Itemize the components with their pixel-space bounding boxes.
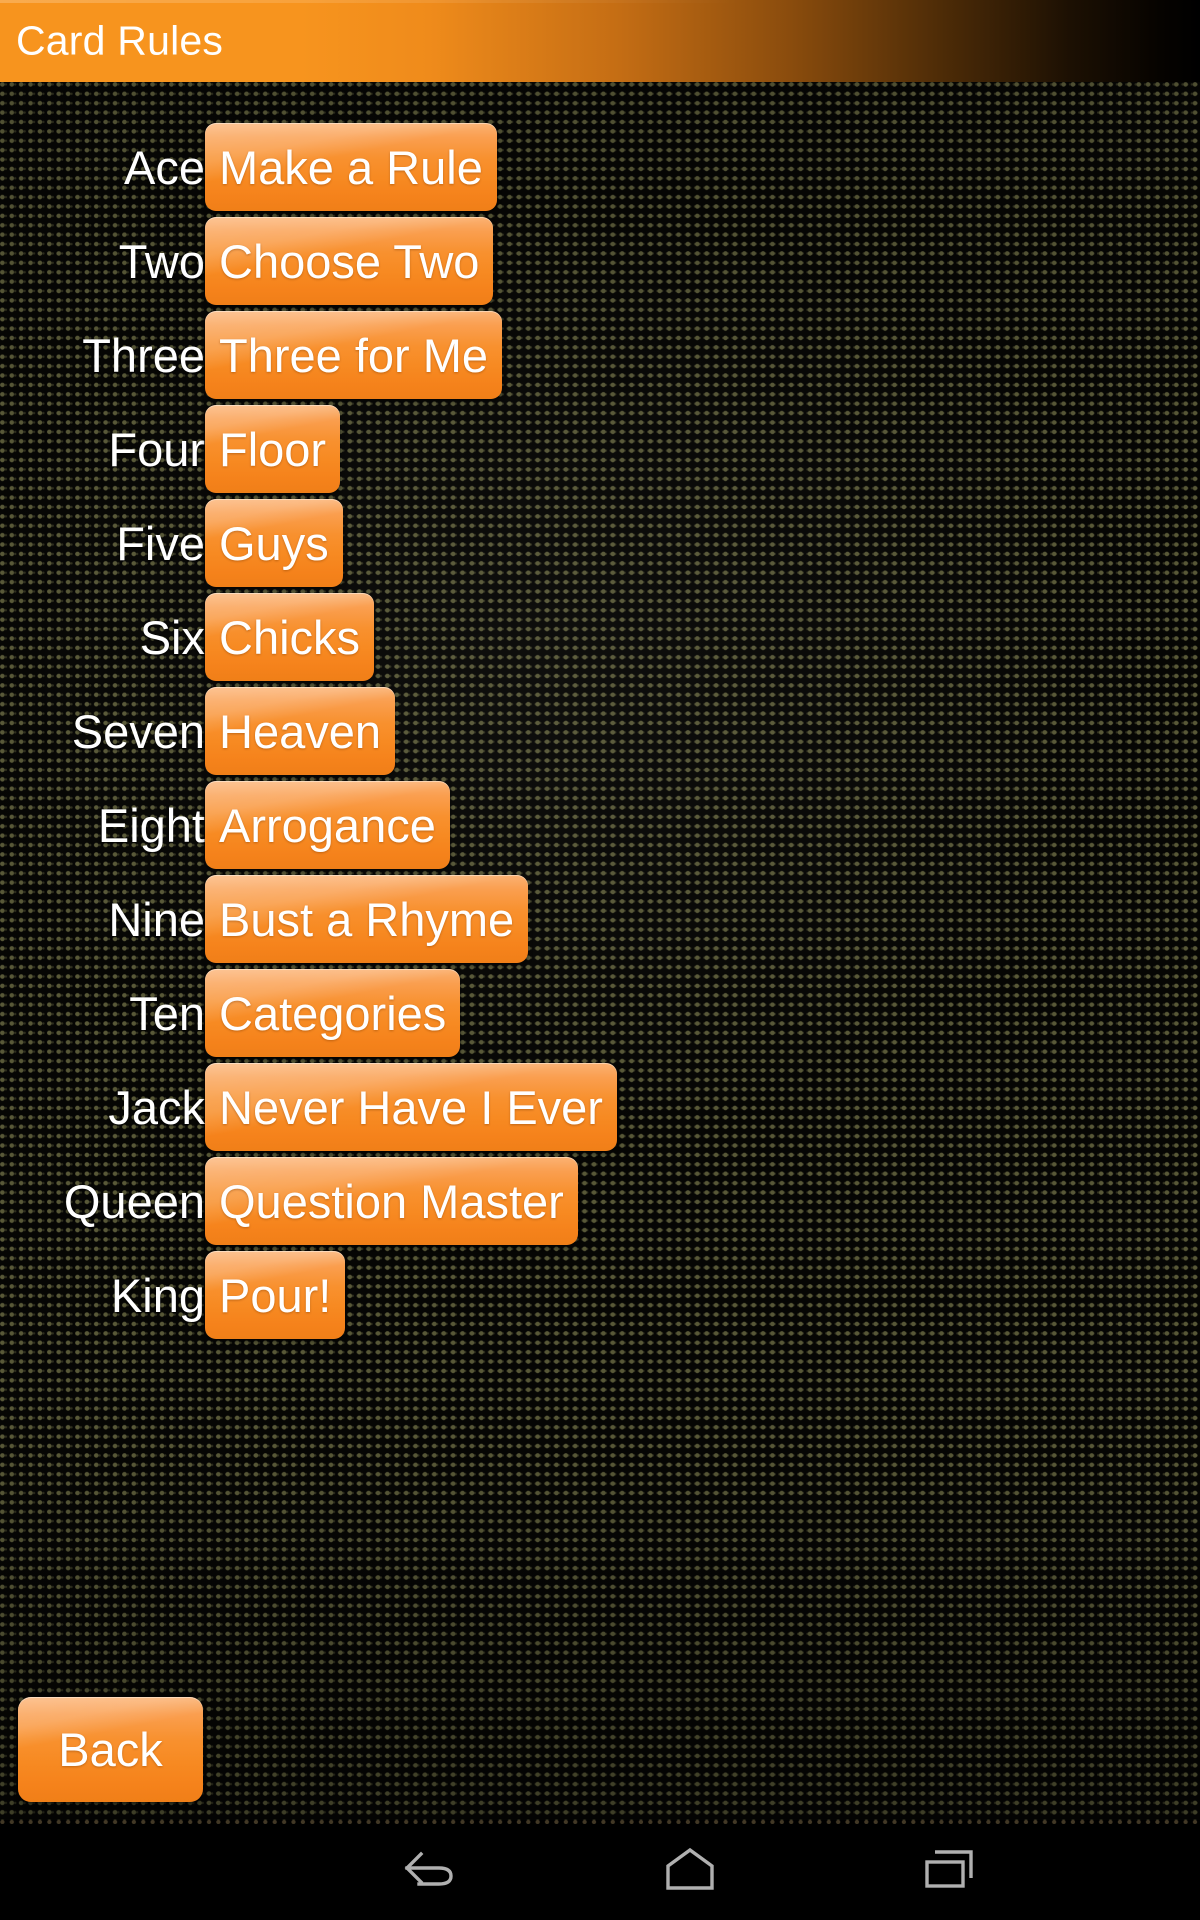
card-name-label: King	[110, 1268, 205, 1322]
rule-row: Four Floor	[0, 402, 1200, 496]
rule-row: Three Three for Me	[0, 308, 1200, 402]
rule-row: Five Guys	[0, 496, 1200, 590]
rule-button-label: Never Have I Ever	[219, 1080, 603, 1134]
card-name-label: Four	[108, 422, 205, 476]
nav-home-button[interactable]	[590, 1820, 790, 1920]
nav-back-button[interactable]	[330, 1820, 530, 1920]
rule-button[interactable]: Never Have I Ever	[205, 1063, 617, 1151]
rule-button[interactable]: Categories	[205, 969, 461, 1057]
nav-recents-button[interactable]	[850, 1820, 1050, 1920]
title-bar: Card Rules	[0, 0, 1200, 82]
back-button-area: Back	[18, 1697, 203, 1802]
rule-row: Six Chicks	[0, 590, 1200, 684]
back-button[interactable]: Back	[18, 1697, 203, 1802]
rule-row: Two Choose Two	[0, 214, 1200, 308]
rule-button-label: Choose Two	[219, 234, 480, 288]
rule-row: Queen Question Master	[0, 1154, 1200, 1248]
card-name-label: Five	[116, 516, 205, 570]
rule-button-label: Three for Me	[219, 328, 489, 382]
rule-button[interactable]: Chicks	[205, 593, 375, 681]
home-pentagon-icon	[658, 1844, 722, 1896]
back-button-label: Back	[58, 1723, 163, 1776]
rule-button-label: Pour!	[219, 1268, 332, 1322]
card-name-label: Six	[139, 610, 205, 664]
rule-row: Nine Bust a Rhyme	[0, 872, 1200, 966]
rule-button[interactable]: Floor	[205, 405, 341, 493]
rule-button[interactable]: Three for Me	[205, 311, 503, 399]
rule-button-label: Make a Rule	[219, 140, 483, 194]
card-name-label: Three	[82, 328, 205, 382]
rule-row: Ace Make a Rule	[0, 120, 1200, 214]
card-name-label: Eight	[97, 798, 205, 852]
rule-row: Seven Heaven	[0, 684, 1200, 778]
rule-button-label: Question Master	[219, 1174, 564, 1228]
rule-button-label: Bust a Rhyme	[219, 892, 515, 946]
system-navigation-bar	[0, 1820, 1200, 1920]
content-area: Ace Make a Rule Two Choose Two Three Three fo…	[0, 82, 1200, 1820]
rule-row: Ten Categories	[0, 966, 1200, 1060]
card-name-label: Ace	[124, 140, 205, 194]
rule-button-label: Categories	[219, 986, 447, 1040]
app-window: Card Rules Ace Make a Rule Two Choose Two Th…	[0, 0, 1200, 1920]
card-name-label: Jack	[108, 1080, 205, 1134]
card-name-label: Seven	[71, 704, 205, 758]
rule-button[interactable]: Question Master	[205, 1157, 578, 1245]
rule-button[interactable]: Arrogance	[205, 781, 450, 869]
rule-row: Eight Arrogance	[0, 778, 1200, 872]
rule-row: Jack Never Have I Ever	[0, 1060, 1200, 1154]
page-title: Card Rules	[16, 17, 224, 64]
card-name-label: Queen	[63, 1174, 205, 1228]
card-name-label: Ten	[129, 986, 205, 1040]
card-name-label: Nine	[108, 892, 205, 946]
rule-button-label: Arrogance	[219, 798, 436, 852]
card-name-label: Two	[118, 234, 205, 288]
rule-button-label: Heaven	[219, 704, 381, 758]
rule-button-label: Guys	[219, 516, 329, 570]
rule-button-label: Floor	[219, 422, 327, 476]
rule-button[interactable]: Pour!	[205, 1251, 346, 1339]
rule-button[interactable]: Choose Two	[205, 217, 494, 305]
rule-button[interactable]: Guys	[205, 499, 343, 587]
card-rules-list: Ace Make a Rule Two Choose Two Three Three fo…	[0, 82, 1200, 1342]
back-arrow-icon	[399, 1844, 461, 1896]
recent-apps-icon	[919, 1844, 981, 1896]
rule-button[interactable]: Bust a Rhyme	[205, 875, 529, 963]
rule-button[interactable]: Make a Rule	[205, 123, 497, 211]
rule-button[interactable]: Heaven	[205, 687, 395, 775]
rule-button-label: Chicks	[219, 610, 361, 664]
rule-row: King Pour!	[0, 1248, 1200, 1342]
